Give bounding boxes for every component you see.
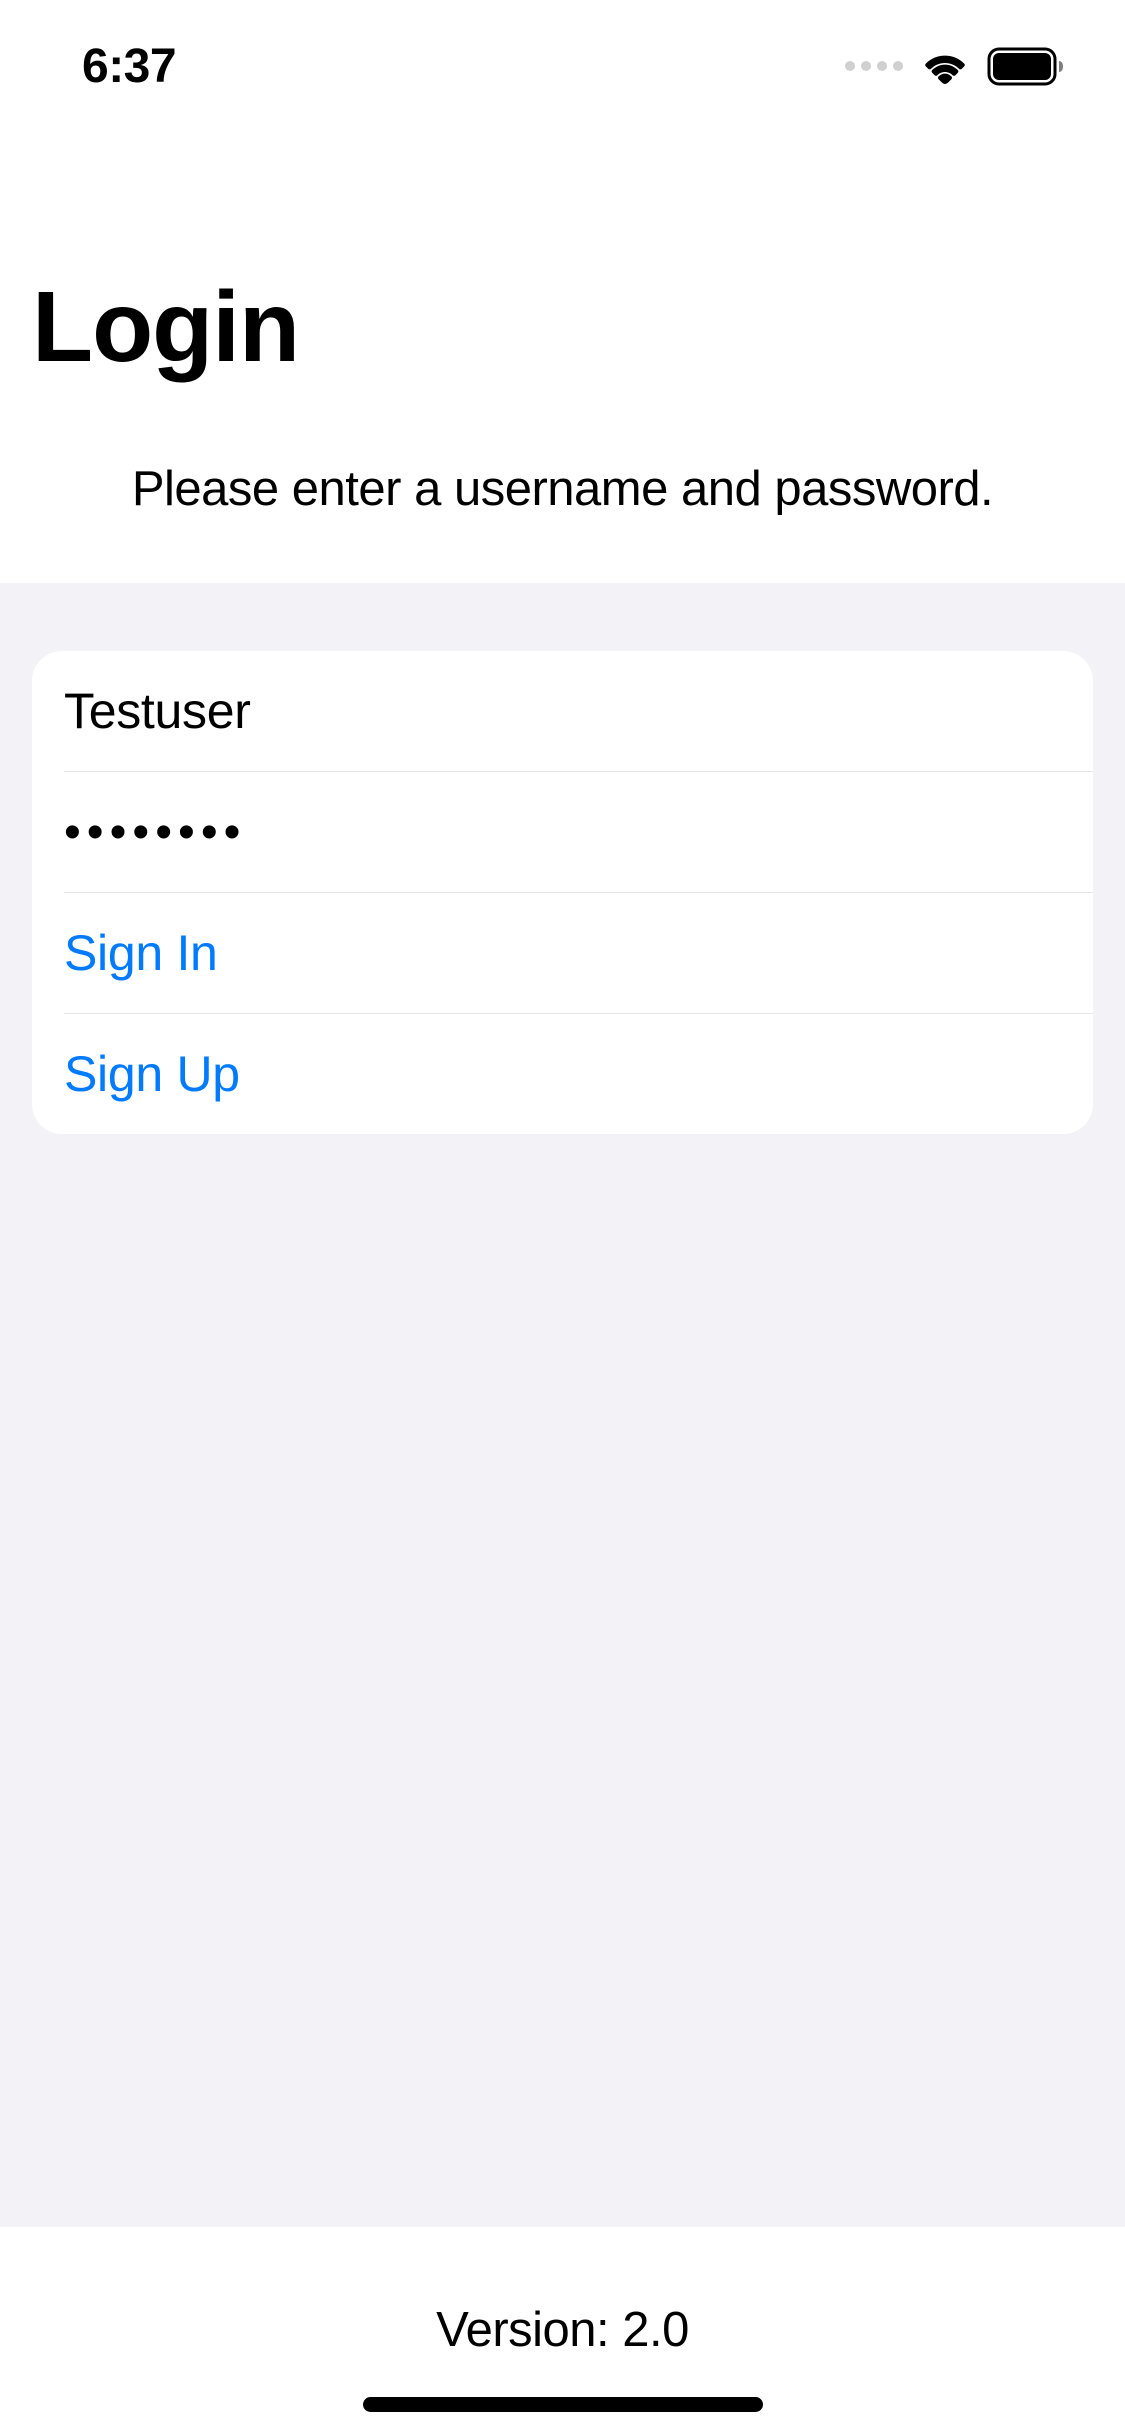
wifi-icon [921, 48, 969, 84]
sign-up-row: Sign Up [32, 1014, 1093, 1134]
status-icons [845, 47, 1065, 86]
status-time: 6:37 [82, 39, 176, 94]
battery-icon [987, 47, 1065, 86]
sign-in-button[interactable]: Sign In [64, 924, 1061, 982]
page-title: Login [32, 270, 1093, 385]
username-input[interactable] [64, 682, 1061, 740]
page-subtitle: Please enter a username and password. [32, 461, 1093, 517]
form-area: Sign In Sign Up [0, 583, 1125, 2227]
status-bar: 6:37 [0, 0, 1125, 132]
sign-in-row: Sign In [32, 893, 1093, 1013]
home-indicator[interactable] [363, 2397, 763, 2412]
header-section: Login Please enter a username and passwo… [0, 132, 1125, 583]
sign-up-button[interactable]: Sign Up [64, 1045, 1061, 1103]
version-label: Version: 2.0 [0, 2302, 1125, 2358]
login-form-card: Sign In Sign Up [32, 651, 1093, 1134]
username-row [32, 651, 1093, 771]
password-input[interactable] [64, 805, 1061, 860]
password-row [32, 772, 1093, 892]
signal-dots-icon [845, 61, 903, 71]
